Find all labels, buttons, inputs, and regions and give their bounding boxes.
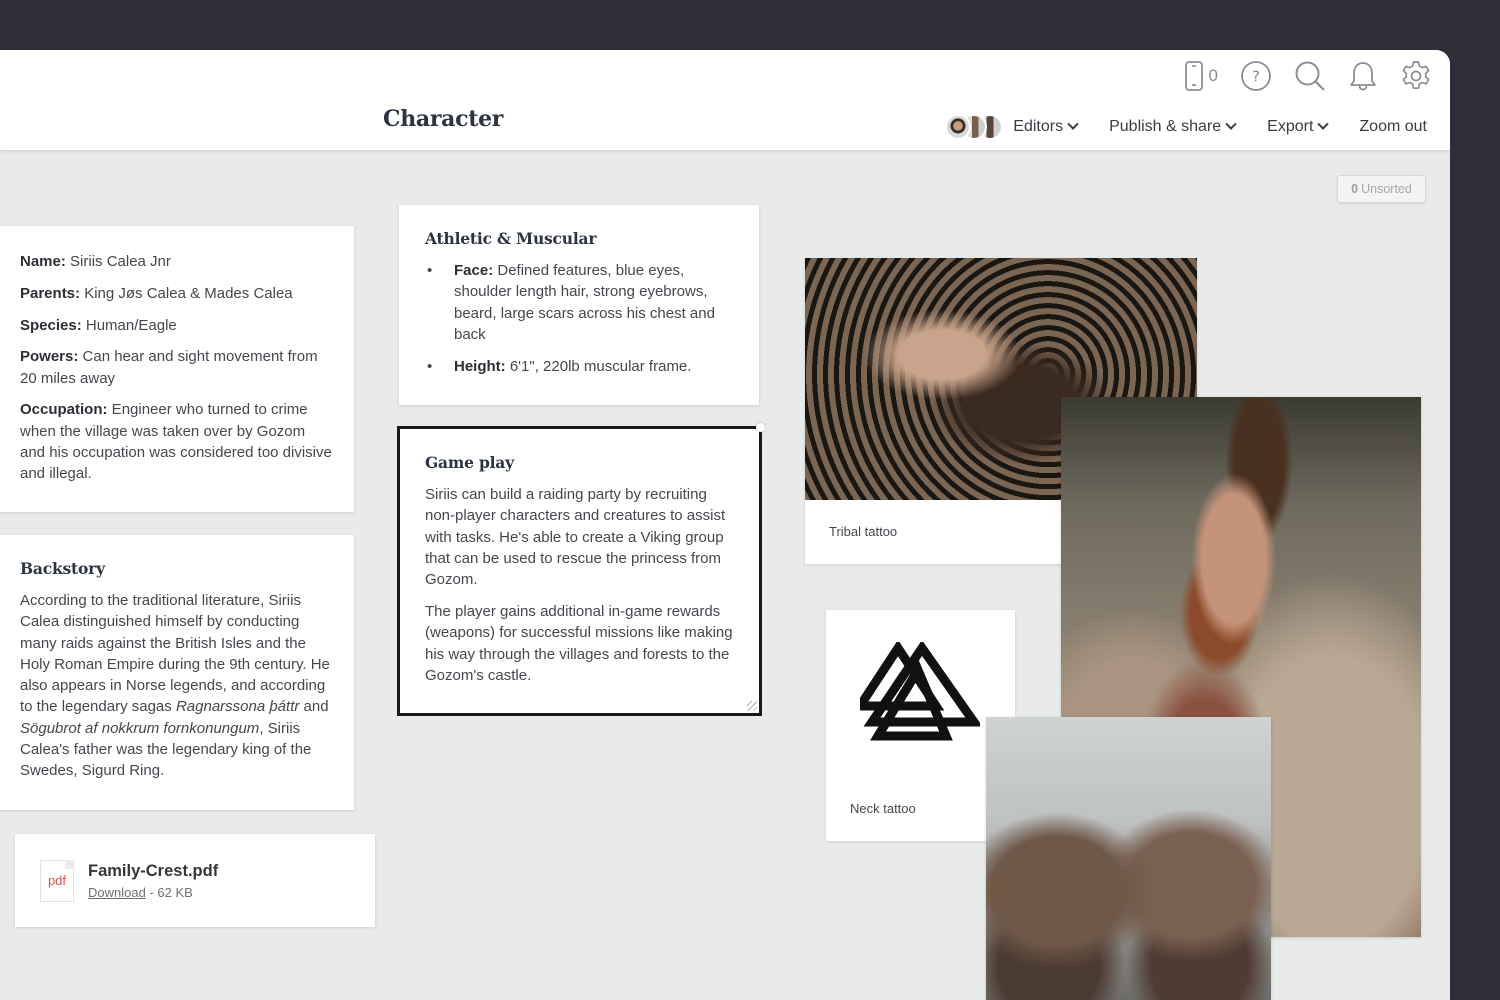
- athletic-card[interactable]: Athletic & Muscular Face: Defined featur…: [399, 205, 759, 405]
- field-value: King Jøs Calea & Mades Calea: [80, 284, 293, 302]
- file-card[interactable]: pdf Family-Crest.pdf Download - 62 KB: [15, 834, 375, 927]
- item-value: Defined features, blue eyes, shoulder le…: [454, 262, 715, 343]
- text-run: According to the traditional literature,…: [20, 592, 330, 716]
- field-label: Parents:: [20, 284, 81, 302]
- editors-label: Editors: [1013, 118, 1064, 135]
- pdf-file-icon: pdf: [40, 859, 74, 902]
- card-title: Game play: [425, 453, 514, 472]
- info-field: Parents: King Jøs Calea & Mades Calea: [20, 283, 334, 304]
- publish-share-menu[interactable]: Publish & share: [1109, 118, 1237, 136]
- resize-handle[interactable]: [747, 701, 757, 711]
- card-title: Athletic & Muscular: [425, 229, 597, 248]
- publish-share-label: Publish & share: [1109, 118, 1222, 135]
- chevron-down-icon: [1067, 118, 1079, 130]
- file-type-label: pdf: [47, 873, 67, 888]
- gameplay-paragraph: Siriis can build a raiding party by recr…: [425, 486, 726, 589]
- image-caption: Neck tattoo: [850, 801, 916, 816]
- item-label: Face:: [454, 262, 494, 279]
- unsorted-label: Unsorted: [1361, 182, 1412, 196]
- download-link[interactable]: Download: [88, 885, 146, 900]
- character-info-card[interactable]: Name: Siriis Calea Jnr Parents: King Jøs…: [0, 226, 354, 512]
- field-label: Name:: [20, 253, 66, 270]
- page-title: Character: [383, 106, 504, 132]
- field-label: Occupation:: [20, 401, 108, 419]
- gameplay-card[interactable]: Game play Siriis can build a raiding par…: [397, 423, 765, 716]
- help-icon: ?: [1240, 60, 1272, 92]
- field-value: Siriis Calea Jnr: [65, 253, 171, 270]
- unsorted-count: 0: [1351, 182, 1359, 196]
- search-icon: [1294, 60, 1326, 92]
- list-item: Face: Defined features, blue eyes, shoul…: [425, 260, 733, 345]
- export-menu[interactable]: Export: [1267, 118, 1330, 136]
- top-icon-bar: 0 ?: [1184, 60, 1432, 92]
- zoom-out-button[interactable]: Zoom out: [1359, 118, 1427, 136]
- card-title: Backstory: [20, 559, 105, 578]
- list-item: Height: 6'1", 220lb muscular frame.: [425, 356, 733, 378]
- chevron-down-icon: [1225, 118, 1237, 130]
- file-info: Download - 62 KB: [88, 885, 218, 900]
- saga-title: Ragnarssona þáttr: [175, 698, 300, 716]
- editor-avatars[interactable]: [945, 114, 1004, 140]
- info-field: Occupation: Engineer who turned to crime…: [20, 399, 334, 484]
- info-field: Species: Human/Eagle: [20, 315, 334, 336]
- editors-menu[interactable]: Editors: [1013, 118, 1079, 136]
- backstory-card[interactable]: Backstory According to the traditional l…: [0, 535, 354, 810]
- device-count: 0: [1208, 66, 1218, 85]
- saga-title: Sögubrot af nokkrum fornkonungum: [20, 719, 260, 737]
- gear-icon: [1400, 60, 1432, 92]
- text-run: and: [299, 698, 329, 716]
- device-icon: [1184, 61, 1203, 91]
- file-size: - 62 KB: [145, 884, 193, 900]
- boots-image[interactable]: [986, 717, 1271, 1000]
- search-button[interactable]: [1294, 60, 1326, 92]
- item-label: Height:: [454, 357, 506, 375]
- menu-bar: Editors Publish & share Export Zoom out: [945, 114, 1427, 140]
- trait-list: Face: Defined features, blue eyes, shoul…: [425, 260, 733, 377]
- file-name: Family-Crest.pdf: [88, 861, 219, 880]
- device-button[interactable]: 0: [1184, 61, 1218, 91]
- chevron-down-icon: [1317, 118, 1330, 130]
- info-field: Name: Siriis Calea Jnr: [20, 251, 334, 272]
- settings-button[interactable]: [1400, 60, 1432, 92]
- file-meta: Family-Crest.pdf Download - 62 KB: [88, 862, 218, 900]
- unsorted-button[interactable]: 0 Unsorted: [1337, 175, 1426, 203]
- field-label: Powers:: [20, 348, 79, 366]
- zoom-out-label: Zoom out: [1359, 118, 1427, 135]
- connector-handle[interactable]: [756, 423, 765, 432]
- bell-icon: [1348, 60, 1378, 92]
- backstory-text: According to the traditional literature,…: [20, 590, 334, 782]
- svg-text:?: ?: [1252, 68, 1260, 86]
- item-value: 6'1", 220lb muscular frame.: [505, 357, 692, 375]
- help-button[interactable]: ?: [1240, 60, 1272, 92]
- field-value: Human/Eagle: [81, 316, 177, 334]
- notifications-button[interactable]: [1348, 60, 1378, 92]
- header-bar: Character 0 ? Editors Publish & share Ex…: [0, 50, 1450, 151]
- info-field: Powers: Can hear and sight movement from…: [20, 346, 334, 389]
- board-window: Character 0 ? Editors Publish & share Ex…: [0, 50, 1450, 1000]
- field-label: Species:: [20, 316, 82, 334]
- gameplay-paragraph: The player gains additional in-game rewa…: [425, 602, 733, 684]
- valknut-icon: [860, 642, 980, 741]
- export-label: Export: [1267, 118, 1314, 135]
